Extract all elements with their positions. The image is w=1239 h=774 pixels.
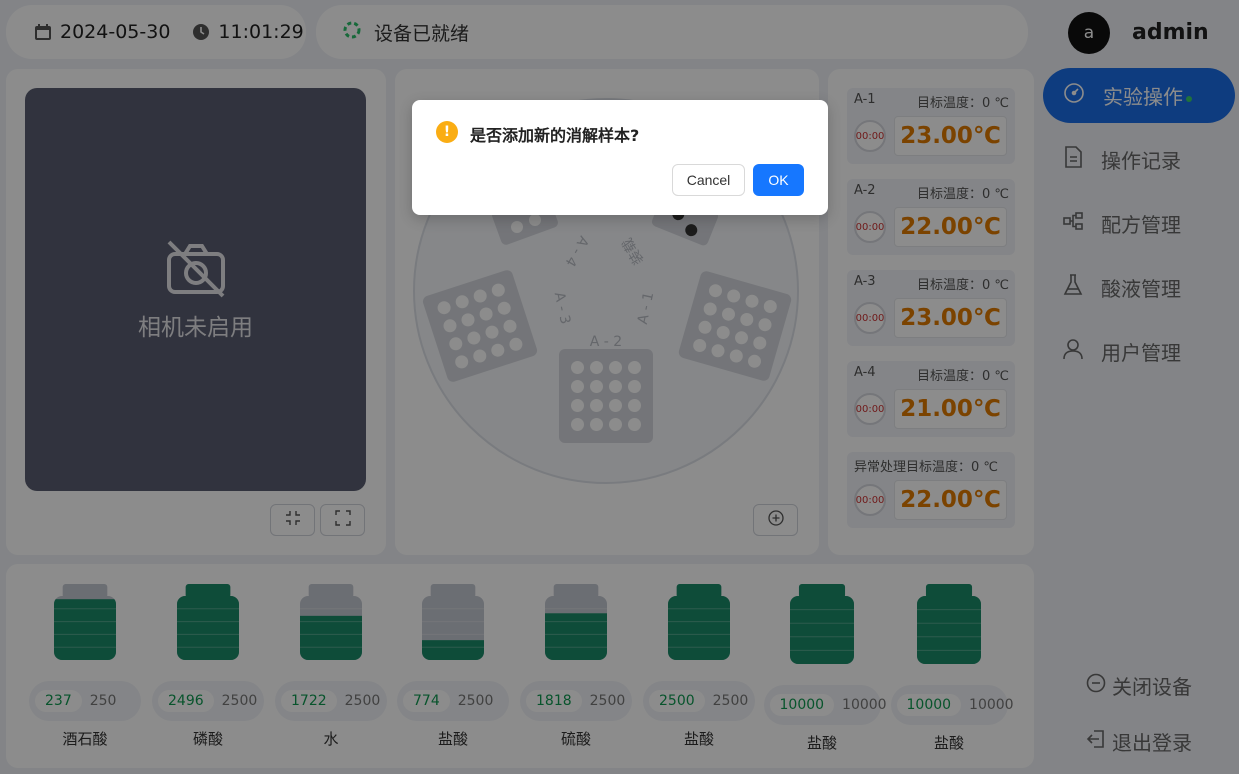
warning-icon: !: [436, 121, 458, 143]
cancel-button[interactable]: Cancel: [672, 164, 745, 196]
dialog-title: 是否添加新的消解样本?: [470, 126, 640, 145]
confirm-dialog: ! 是否添加新的消解样本? Cancel OK: [412, 100, 828, 215]
ok-button[interactable]: OK: [753, 164, 804, 196]
